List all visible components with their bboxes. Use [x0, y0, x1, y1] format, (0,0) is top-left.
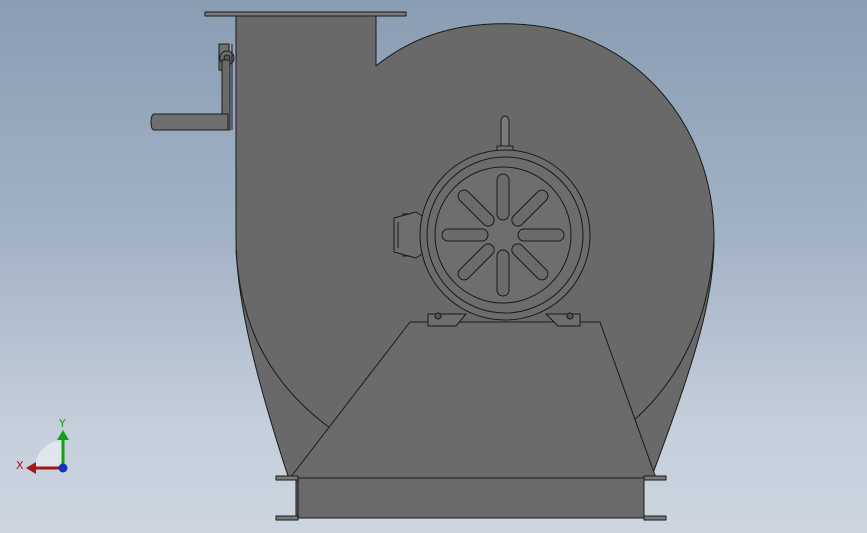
triad-x-arrowhead	[26, 462, 36, 474]
triad-xy-plane-indicator	[35, 440, 63, 468]
triad-y-label: Y	[58, 417, 66, 430]
cad-viewport[interactable]: Y X	[0, 0, 867, 533]
triad-x-label: X	[16, 459, 24, 472]
triad-y-arrowhead	[57, 430, 69, 440]
triad-z-axis-dot	[58, 463, 68, 473]
coordinate-triad: Y X	[16, 417, 69, 474]
